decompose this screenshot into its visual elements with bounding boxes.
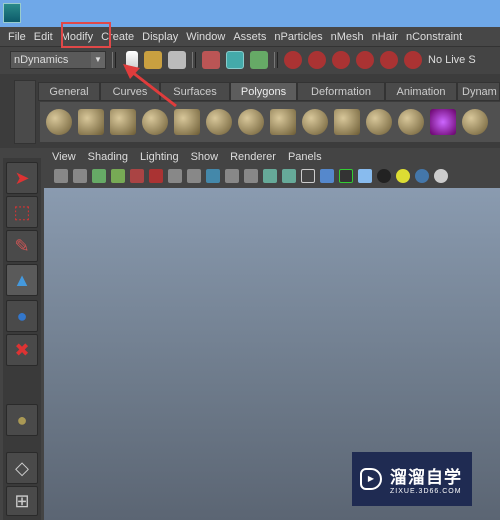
red-arrow-annotation: [123, 64, 177, 108]
arrow-shaft: [131, 70, 177, 108]
